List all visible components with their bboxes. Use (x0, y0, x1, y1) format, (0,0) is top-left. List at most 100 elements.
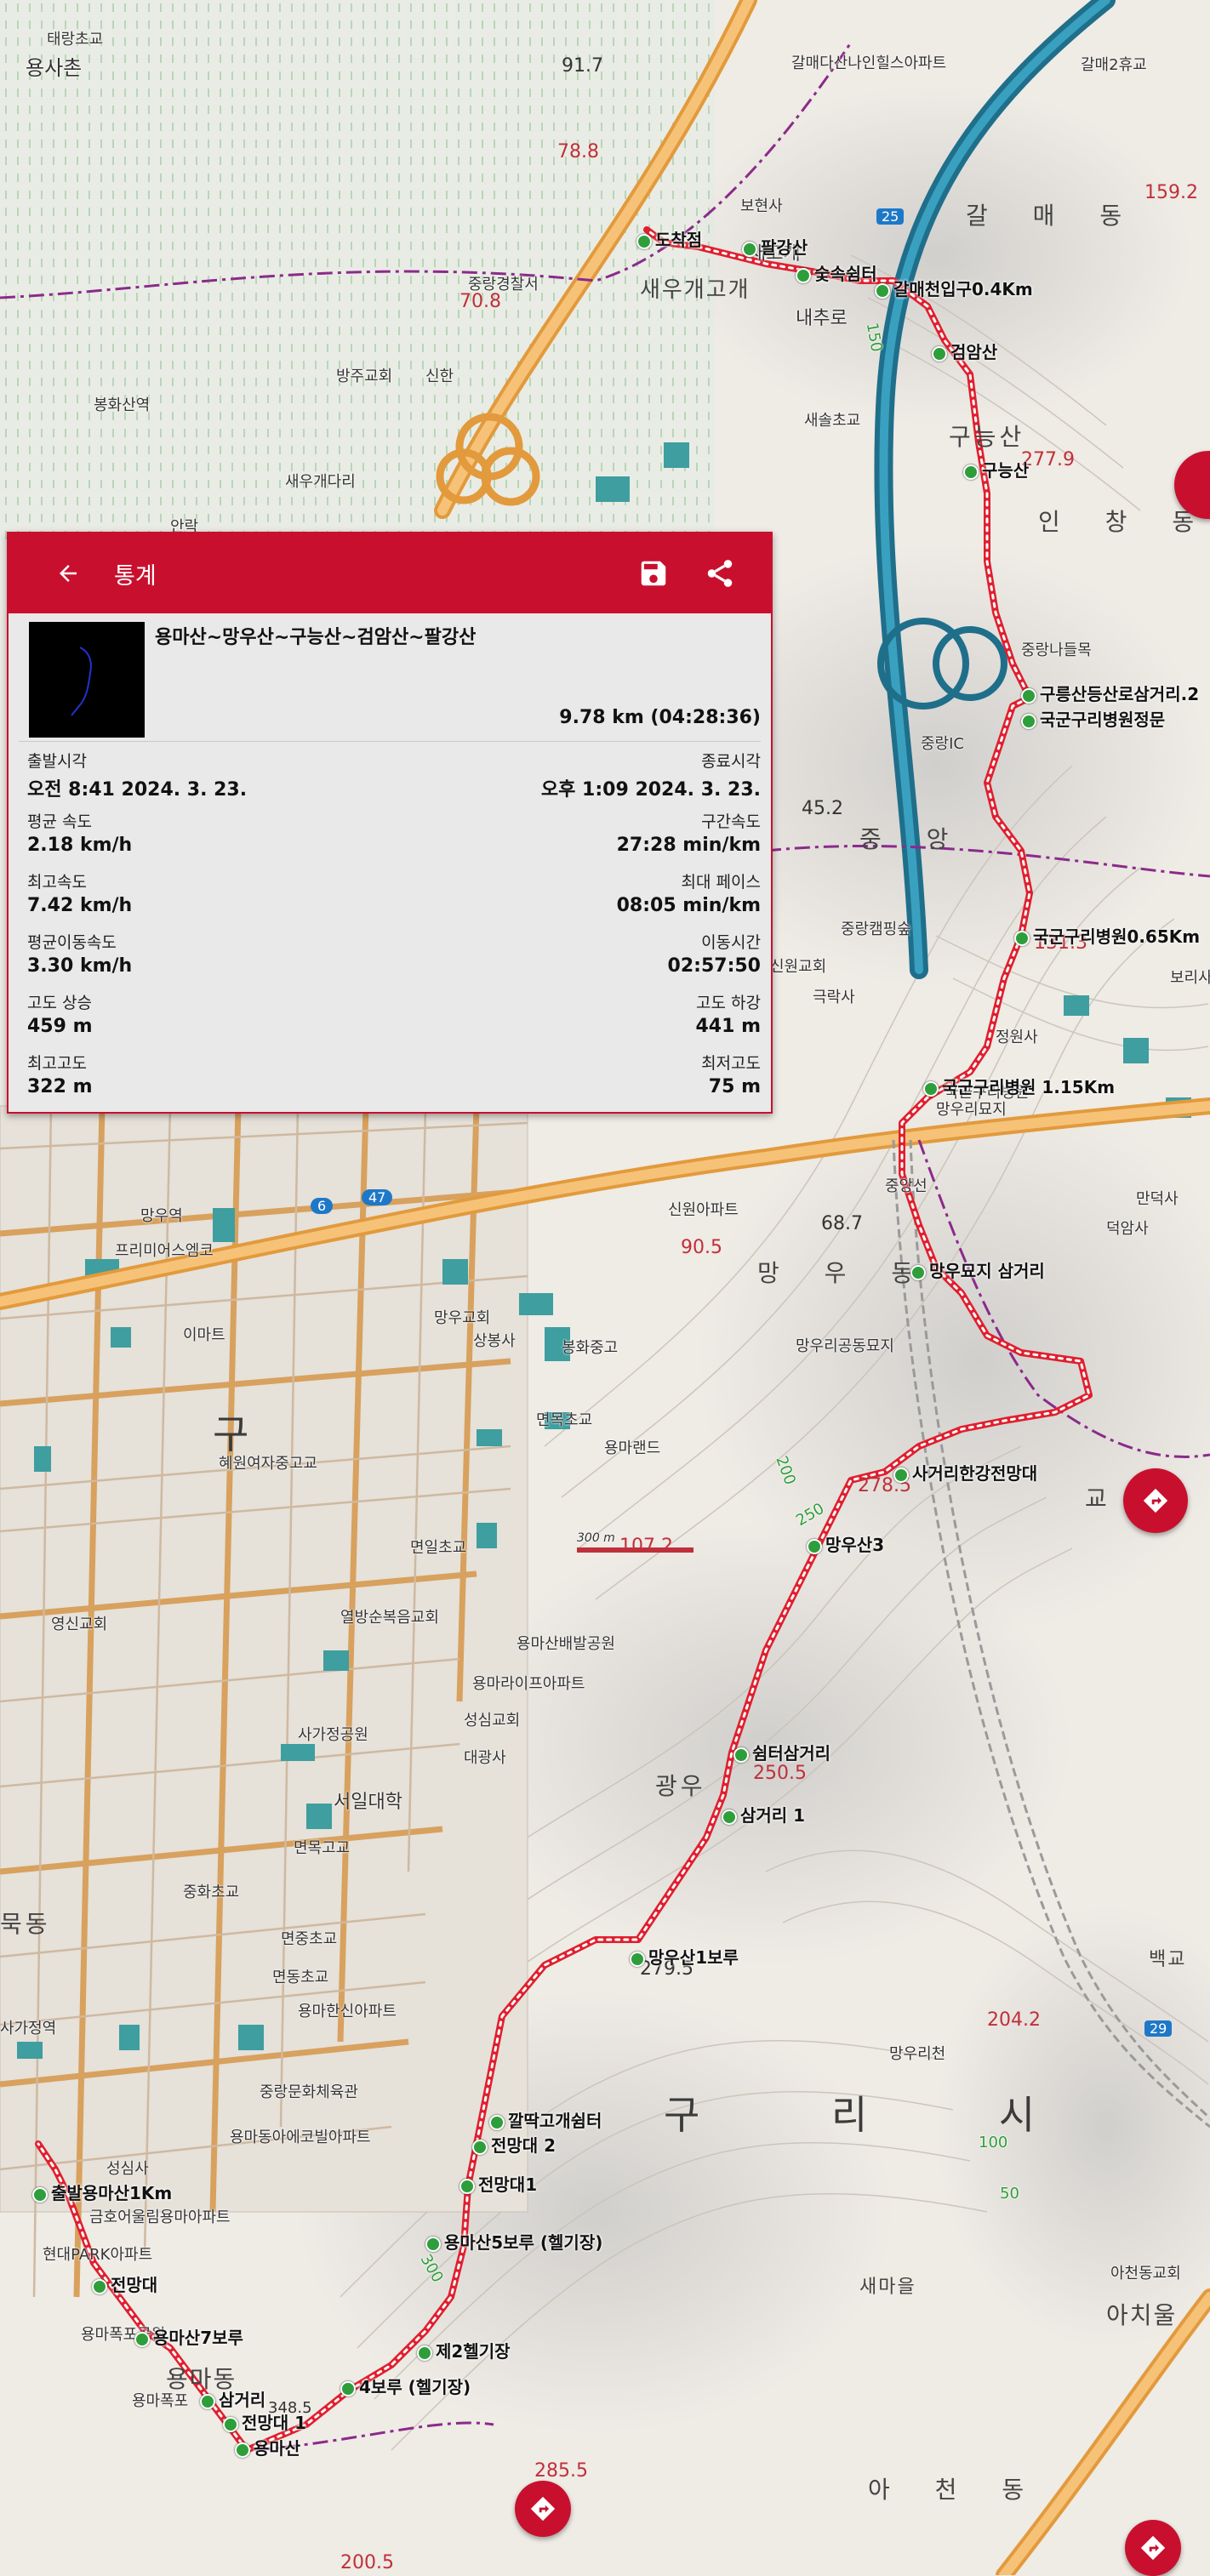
back-button[interactable] (43, 548, 94, 599)
track-name: 용마산~망우산~구능산~검암산~팔강산 (155, 627, 477, 648)
waypoint[interactable]: 국군구리병원0.65Km (1014, 923, 1200, 948)
save-button[interactable] (628, 548, 679, 599)
waypoint-marker-icon (1014, 930, 1030, 946)
waypoint-marker-icon (489, 2114, 505, 2130)
waypoint[interactable]: 전망대 (92, 2271, 157, 2296)
waypoint-marker-icon (459, 2178, 475, 2194)
waypoint[interactable]: 깔딱고개쉼터 (489, 2107, 602, 2132)
map-label: 망우리묘지 (936, 1101, 1007, 1119)
stat-label: 평균이동속도 (27, 933, 117, 952)
map-label: 망우리공동묘지 (796, 1337, 894, 1355)
map-label: 보현사 (740, 197, 783, 215)
waypoint[interactable]: 도착점 (636, 226, 702, 251)
statistics-header: 통계 (9, 533, 771, 613)
waypoint[interactable]: 제2헬기장 (417, 2338, 511, 2362)
waypoint[interactable]: 전망대1 (459, 2171, 537, 2196)
waypoint[interactable]: 용마산 (235, 2435, 300, 2459)
area-baekgyo: 백교 (1149, 1949, 1187, 1970)
waypoint-marker-icon (1021, 713, 1036, 729)
area-achul: 아치울 (1106, 2301, 1178, 2329)
elevation-label: 250.5 (753, 1763, 807, 1784)
navigate-button[interactable] (1123, 1468, 1188, 1533)
map-label: 신원교회 (770, 958, 827, 976)
waypoint[interactable]: 용마산7보루 (134, 2324, 243, 2349)
waypoint[interactable]: 망우묘지 삼거리 (910, 1257, 1045, 1282)
waypoint[interactable]: 국군구리병원 1.15Km (923, 1074, 1115, 1098)
direction-diamond-icon (530, 2496, 556, 2522)
map-label: 이마트 (183, 1326, 225, 1344)
waypoint[interactable]: 갈매천입구0.4Km (875, 276, 1033, 300)
waypoint[interactable]: 팔강산 (742, 234, 808, 259)
map-label: 용마한신아파트 (298, 2003, 397, 2020)
map-label: 망우역 (140, 1207, 183, 1225)
map-view[interactable]: 갈 매 동 구능산 인 창 동 중 앙 망 우 동 교 문 구 리 시 구 아 … (0, 0, 1210, 2576)
stat-row-elevation-change: 고도 상승 459 m 고도 하강 441 m (19, 983, 761, 1044)
track-distance-time: 9.78 km (04:28:36) (559, 707, 761, 728)
stat-value: 02:57:50 (667, 955, 761, 977)
elevation-label: 277.9 (1021, 449, 1075, 470)
waypoint[interactable]: 구능산 (963, 457, 1029, 482)
waypoint-marker-icon (722, 1809, 737, 1825)
waypoint[interactable]: 사거리한강전망대 (893, 1460, 1037, 1485)
stat-value: 오전 8:41 2024. 3. 23. (27, 779, 248, 801)
map-label: 프리미어스엠코 (115, 1242, 214, 1260)
waypoint-marker-icon (235, 2442, 250, 2458)
waypoint-marker-icon (807, 1538, 822, 1554)
waypoint[interactable]: 4보루 (헬기장) (340, 2374, 471, 2398)
map-label: 신한 (425, 368, 454, 385)
elevation-label: 204.2 (987, 2009, 1041, 2031)
navigate-button[interactable] (515, 2481, 571, 2537)
map-label: 성심사 (106, 2160, 149, 2178)
map-label: 정원사 (996, 1029, 1038, 1046)
waypoint[interactable]: 출발용마산1Km (32, 2180, 172, 2204)
waypoint-marker-icon (32, 2186, 48, 2203)
map-label: 면중초교 (281, 1930, 338, 1948)
waypoint[interactable]: 숯속쉼터 (796, 260, 877, 285)
waypoint[interactable]: 구릉산등산로삼거리.2 (1021, 681, 1199, 705)
map-label: 면일초교 (410, 1539, 467, 1557)
elevation-label: 91.7 (562, 55, 603, 77)
contour-label: 100 (979, 2134, 1008, 2151)
elevation-label: 90.5 (681, 1237, 722, 1258)
track-thumbnail (29, 622, 145, 738)
navigate-button[interactable] (1125, 2520, 1181, 2576)
waypoint-marker-icon (893, 1467, 909, 1483)
waypoint[interactable]: 전망대 2 (472, 2132, 556, 2157)
map-label: 망우교회 (434, 1309, 491, 1327)
elevation-label: 68.7 (821, 1213, 863, 1234)
elevation-label: 107.2 (619, 1536, 673, 1557)
waypoint[interactable]: 전망대 1 (223, 2409, 306, 2434)
waypoint[interactable]: 망우산1보루 (630, 1944, 739, 1969)
waypoint[interactable]: 삼거리 (200, 2386, 265, 2411)
elevation-label: 45.2 (802, 798, 843, 819)
waypoint-marker-icon (1021, 687, 1036, 704)
track-thumbnail-image (71, 647, 92, 716)
area-guri-big: 구 리 시 (664, 2092, 1095, 2138)
waypoint[interactable]: 삼거리 1 (722, 1802, 805, 1827)
waypoint-marker-icon (636, 233, 652, 249)
stat-label: 이동시간 (701, 933, 761, 952)
map-label: 망우리천 (889, 2045, 946, 2063)
map-label: 용마라이프아파트 (472, 1675, 585, 1693)
map-label: 덕암사 (1106, 1220, 1149, 1238)
share-button[interactable] (694, 548, 745, 599)
map-label: 사가정역 (0, 2020, 57, 2037)
waypoint[interactable]: 검암산 (932, 339, 997, 363)
scale-label: 300 m (577, 1531, 615, 1545)
waypoint-marker-icon (472, 2139, 488, 2155)
stat-label: 최고속도 (27, 873, 87, 892)
map-label: 만덕사 (1136, 1190, 1179, 1208)
waypoint[interactable]: 용마산5보루 (헬기장) (425, 2229, 602, 2254)
elevation-label: 159.2 (1144, 182, 1198, 203)
stat-value: 2.18 km/h (27, 835, 133, 856)
map-label: 용마랜드 (604, 1439, 661, 1457)
map-label: 상봉사 (473, 1332, 516, 1350)
waypoint-marker-icon (134, 2331, 150, 2347)
waypoint[interactable]: 쉼터삼거리 (733, 1740, 830, 1764)
waypoint[interactable]: 국군구리병원정문 (1021, 706, 1165, 731)
map-label: 면목고교 (294, 1839, 351, 1857)
map-label: 성심교회 (464, 1712, 521, 1730)
track-summary[interactable]: 용마산~망우산~구능산~검암산~팔강산 9.78 km (04:28:36) (19, 613, 761, 742)
map-label: 중랑나들목 (1021, 641, 1092, 659)
waypoint[interactable]: 망우산3 (807, 1531, 884, 1556)
